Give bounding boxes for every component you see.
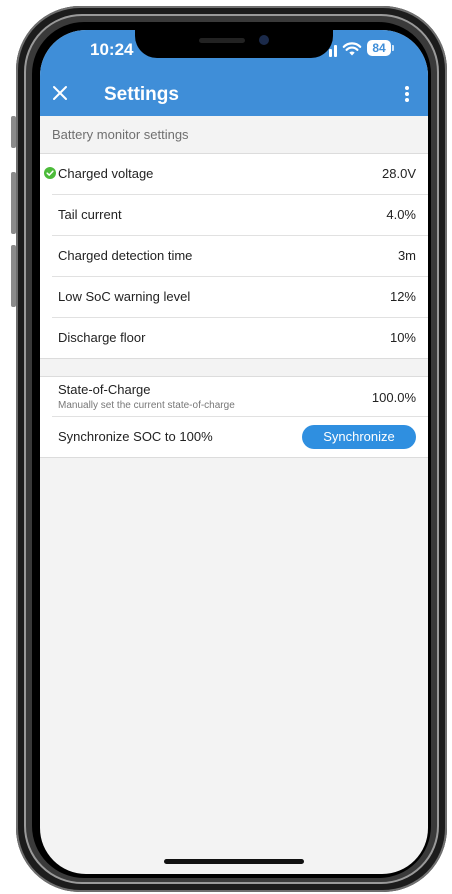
section-title: Battery monitor settings <box>52 127 189 142</box>
setting-row-discharge-floor[interactable]: Discharge floor 10% <box>52 318 428 358</box>
setting-row-low-soc-warning[interactable]: Low SoC warning level 12% <box>52 277 428 318</box>
soc-value: 100.0% <box>371 390 416 405</box>
setting-value: 28.0V <box>382 166 416 181</box>
wifi-icon <box>342 42 362 56</box>
setting-label: Tail current <box>58 207 122 222</box>
home-indicator[interactable] <box>164 859 304 864</box>
setting-row-charged-detection-time[interactable]: Charged detection time 3m <box>52 236 428 277</box>
soc-settings-list: State-of-Charge Manually set the current… <box>40 376 428 458</box>
front-camera <box>259 35 269 45</box>
more-vert-icon[interactable] <box>403 85 411 103</box>
status-time: 10:24 <box>90 40 134 59</box>
page-title: Settings <box>104 84 179 105</box>
close-icon[interactable] <box>51 84 69 102</box>
check-circle-icon <box>44 167 56 179</box>
battery-icon: 84 <box>367 40 394 56</box>
soc-description: Manually set the current state-of-charge <box>58 400 235 411</box>
synchronize-button[interactable]: Synchronize <box>302 425 416 449</box>
setting-value: 12% <box>389 289 416 304</box>
setting-row-state-of-charge[interactable]: State-of-Charge Manually set the current… <box>52 377 428 417</box>
notch <box>135 30 333 58</box>
sync-label: Synchronize SOC to 100% <box>58 429 213 444</box>
app-header: 10:24 84 Settings <box>40 30 428 116</box>
setting-value: 10% <box>389 330 416 345</box>
battery-settings-list: Charged voltage 28.0V Tail current 4.0% … <box>40 153 428 359</box>
setting-value: 3m <box>397 248 416 263</box>
setting-label: Charged voltage <box>58 166 154 181</box>
cellular-signal-icon <box>329 45 337 57</box>
setting-row-synchronize: Synchronize SOC to 100% Synchronize <box>52 417 428 457</box>
soc-label: State-of-Charge <box>58 382 151 397</box>
setting-label: Charged detection time <box>58 248 193 263</box>
setting-row-charged-voltage[interactable]: Charged voltage 28.0V <box>44 154 428 195</box>
setting-label: Low SoC warning level <box>58 289 191 304</box>
setting-label: Discharge floor <box>58 330 146 345</box>
screen: 10:24 84 Settings Battery monitor settin… <box>40 30 428 874</box>
setting-row-tail-current[interactable]: Tail current 4.0% <box>52 195 428 236</box>
setting-value: 4.0% <box>386 207 416 222</box>
phone-mockup: 10:24 84 Settings Battery monitor settin… <box>0 0 452 894</box>
earpiece <box>199 38 245 43</box>
